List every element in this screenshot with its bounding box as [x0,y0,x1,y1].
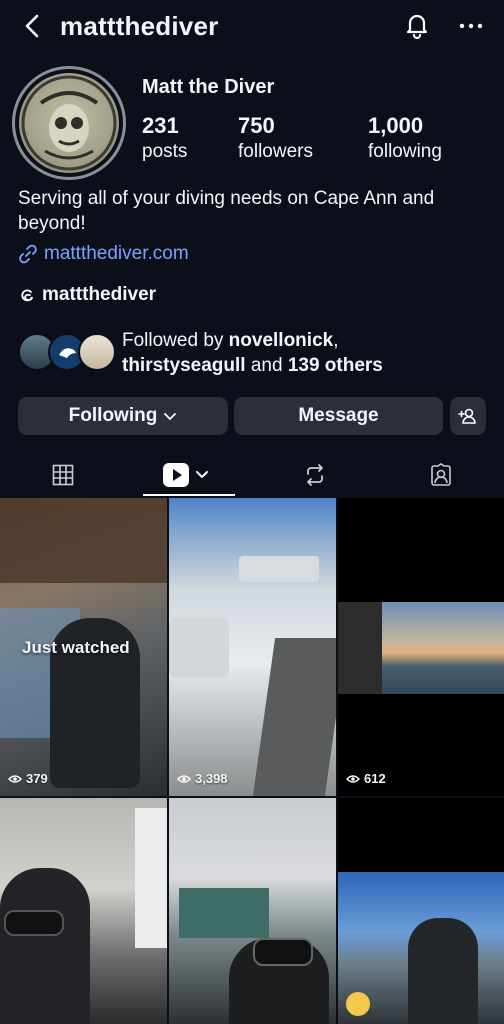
reel-thumbnail[interactable]: 612 [338,498,504,796]
view-count: 612 [346,771,386,786]
eye-icon [346,774,360,783]
tab-reposts[interactable] [252,452,378,498]
dive-mask-shape [4,910,64,936]
suggest-people-button[interactable] [450,397,486,435]
posts-stat[interactable]: 231 posts [142,113,187,163]
following-button-label: Following [68,405,158,426]
website-link[interactable]: mattthediver.com [18,243,189,265]
reposts-icon [307,464,323,486]
followed-by-and: and [245,355,288,376]
posts-label: posts [142,141,188,162]
view-count: 379 [8,771,48,786]
dive-mask-shape [253,938,313,966]
link-icon [19,244,37,264]
emoji-sticker [346,992,370,1016]
profile-avatar[interactable] [12,66,126,180]
message-button-label: Message [298,405,379,426]
reel-thumbnail[interactable] [169,798,336,1024]
diver-shape [0,868,90,1024]
boat-shape [179,888,269,938]
followers-label: followers [238,141,313,162]
diver-shape [408,918,478,1024]
view-count-value: 612 [364,771,386,786]
boat-shape [169,618,229,678]
tab-tagged[interactable] [378,452,504,498]
posts-count: 231 [142,113,179,138]
eye-icon [8,774,22,783]
thumbnail-shape [135,808,167,948]
followers-stat[interactable]: 750 followers [238,113,313,163]
bio-text: Serving all of your diving needs on Cape… [18,188,435,234]
website-text: mattthediver.com [44,243,189,264]
display-name: Matt the Diver [142,76,275,98]
threads-badge[interactable]: mattthediver [18,284,156,306]
mutual-user-1: novellonick [228,330,334,351]
tagged-icon [431,463,451,486]
followers-count: 750 [238,113,275,138]
dock-shape [252,638,336,796]
thumbnail-shape [0,498,167,583]
profile-tabs [0,452,504,498]
followed-by-prefix: Followed by [122,330,229,351]
followed-by-separator: , [333,330,339,351]
reel-thumbnail[interactable]: Just watched 379 [0,498,167,796]
followed-by-text[interactable]: Followed by novellonick, thirstyseagull … [122,328,383,378]
mutual-others-count: 139 others [287,355,383,376]
view-count-value: 3,398 [195,771,228,786]
view-count-value: 379 [26,771,48,786]
tab-reels[interactable] [126,452,252,498]
bell-icon[interactable] [402,10,432,40]
view-count: 3,398 [177,771,228,786]
boat-shape [239,556,319,582]
reels-icon [163,463,208,487]
threads-icon [21,289,33,302]
threads-handle: mattthediver [42,284,157,305]
just-watched-label: Just watched [22,638,130,657]
logo-avatar-image [19,73,119,173]
active-tab-indicator [143,494,235,496]
following-count: 1,000 [368,113,424,138]
following-label: following [368,141,442,162]
more-icon[interactable] [456,12,486,40]
thumbnail-shape [338,602,382,694]
reels-grid: Just watched 379 3,398 612 [0,498,504,1024]
mutual-avatar [78,333,116,371]
following-stat[interactable]: 1,000 following [368,113,442,163]
chevron-down-icon [164,413,177,420]
following-button[interactable]: Following [18,397,228,435]
add-person-icon [458,408,476,424]
mutual-followers-avatars[interactable] [18,333,116,373]
grid-icon [52,464,74,486]
reel-thumbnail[interactable] [338,798,504,1024]
profile-handle: mattthediver [60,11,219,41]
message-button[interactable]: Message [234,397,443,435]
reel-thumbnail[interactable]: 3,398 [169,498,336,796]
mutual-user-2: thirstyseagull [122,355,246,376]
chevron-left-icon[interactable] [18,11,48,41]
reel-thumbnail[interactable] [0,798,167,1024]
top-bar: mattthediver [0,0,504,52]
eye-icon [177,774,191,783]
tab-posts-grid[interactable] [0,452,126,498]
